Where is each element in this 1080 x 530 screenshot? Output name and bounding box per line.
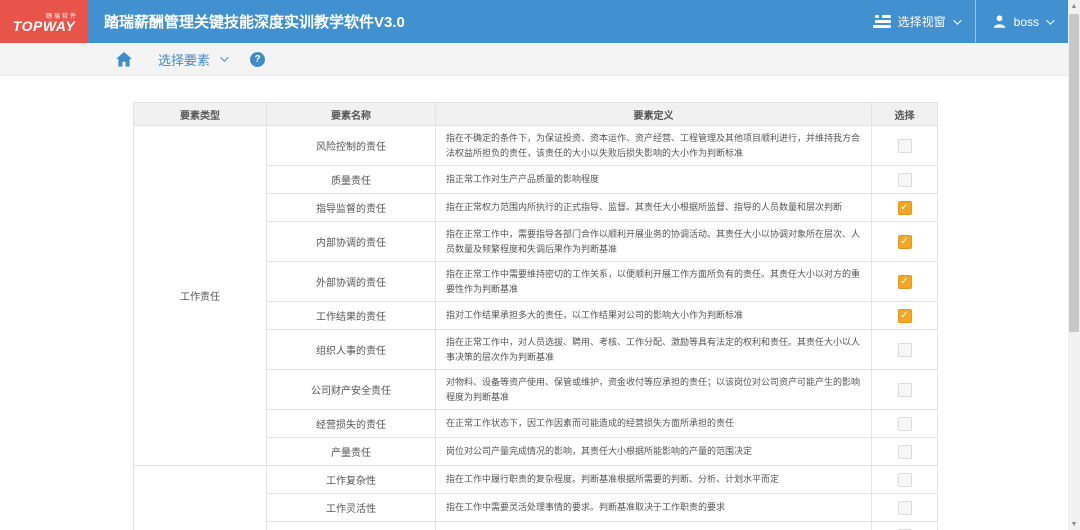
row-checkbox[interactable] — [898, 501, 912, 515]
factor-select-cell — [872, 166, 938, 194]
factor-definition-cell: 指对工作结果承担多大的责任，以工作结果对公司的影响大小作为判断标准 — [436, 302, 872, 330]
window-panels-icon — [873, 15, 891, 28]
factor-name-cell: 公司财产安全责任 — [267, 370, 436, 410]
row-checkbox[interactable] — [898, 383, 912, 397]
table-header-row: 要素类型要素名称要素定义选择 — [134, 103, 938, 126]
row-checkbox[interactable] — [898, 445, 912, 459]
factor-definition-cell: 指正常工作对生产产品质量的影响程度 — [436, 166, 872, 194]
content-area: 要素类型要素名称要素定义选择 工作责任风险控制的责任指在不确定的条件下，为保证投… — [133, 102, 937, 530]
column-header: 要素定义 — [436, 103, 872, 126]
window-select-label: 选择视窗 — [898, 13, 946, 30]
chevron-down-icon — [953, 16, 961, 24]
row-checkbox[interactable] — [898, 275, 912, 289]
factor-name-cell: 工作紧张性 — [267, 522, 436, 530]
factor-name-cell: 组织人事的责任 — [267, 330, 436, 370]
factor-name-cell: 风险控制的责任 — [267, 126, 436, 166]
factor-definition-cell: 指在正常工作中，对人员选拔、聘用、考核、工作分配、激励等具有法定的权利和责任。其… — [436, 330, 872, 370]
factor-definition-cell: 指在工作中需要灵活处理事情的要求。判断基准取决于工作职责的要求 — [436, 494, 872, 522]
factor-definition-cell: 岗位对公司产量完成情况的影响，其责任大小根据所能影响的产量的范围决定 — [436, 438, 872, 466]
logo-brand-text: TOPWAY — [13, 20, 75, 33]
factor-definition-cell: 指在正常工作中，需要指导各部门合作以顺利开展业务的协调活动。其责任大小以协调对象… — [436, 222, 872, 262]
factor-name-cell: 工作灵活性 — [267, 494, 436, 522]
factor-name-cell: 外部协调的责任 — [267, 262, 436, 302]
factor-name-cell: 产量责任 — [267, 438, 436, 466]
user-name: boss — [1014, 15, 1039, 29]
user-dropdown[interactable]: boss — [976, 0, 1068, 43]
factor-name-cell: 工作复杂性 — [267, 466, 436, 494]
header-actions: 选择视窗 boss — [857, 0, 1068, 43]
factor-select-cell — [872, 410, 938, 438]
scrollbar-thumb[interactable] — [1069, 14, 1079, 332]
row-checkbox[interactable] — [898, 343, 912, 357]
help-button[interactable]: ? — [250, 52, 265, 67]
factor-definition-cell: 指在正常工作中需要维持密切的工作关系，以便顺利开展工作方面所负有的责任。其责任大… — [436, 262, 872, 302]
factor-select-cell — [872, 126, 938, 166]
factor-select-cell — [872, 494, 938, 522]
factor-select-cell — [872, 262, 938, 302]
logo-brand-chinese: 踏瑞软件 — [46, 11, 78, 20]
row-checkbox[interactable] — [898, 417, 912, 431]
page-title: 踏瑞薪酬管理关键技能深度实训教学软件V3.0 — [104, 11, 405, 32]
factor-name-cell: 指导监督的责任 — [267, 194, 436, 222]
home-button[interactable] — [116, 52, 132, 67]
chevron-down-icon — [1046, 16, 1054, 24]
scroll-down-arrow[interactable]: ▼ — [1068, 518, 1080, 530]
factor-select-cell — [872, 302, 938, 330]
factor-select-cell — [872, 466, 938, 494]
scroll-up-arrow[interactable]: ▲ — [1068, 0, 1080, 12]
column-header: 要素类型 — [134, 103, 267, 126]
app-header: 踏瑞软件 TOPWAY 踏瑞薪酬管理关键技能深度实训教学软件V3.0 选择视窗 … — [0, 0, 1068, 43]
factor-name-cell: 工作结果的责任 — [267, 302, 436, 330]
column-header: 选择 — [872, 103, 938, 126]
row-checkbox[interactable] — [898, 139, 912, 153]
row-checkbox[interactable] — [898, 201, 912, 215]
factor-definition-cell: 在正常工作状态下，因工作因素而可能造成的经营损失方面所承担的责任 — [436, 410, 872, 438]
column-header: 要素名称 — [267, 103, 436, 126]
factor-name-cell: 内部协调的责任 — [267, 222, 436, 262]
factor-select-cell — [872, 194, 938, 222]
topway-logo[interactable]: 踏瑞软件 TOPWAY — [0, 0, 88, 43]
factor-name-cell: 经营损失的责任 — [267, 410, 436, 438]
app-window: 踏瑞软件 TOPWAY 踏瑞薪酬管理关键技能深度实训教学软件V3.0 选择视窗 … — [0, 0, 1080, 530]
factor-type-cell — [134, 466, 267, 530]
factor-name-cell: 质量责任 — [267, 166, 436, 194]
table-row: 工作责任风险控制的责任指在不确定的条件下，为保证投资、资本运作、资产经营、工程管… — [134, 126, 938, 166]
factor-select-cell — [872, 222, 938, 262]
factor-table: 要素类型要素名称要素定义选择 工作责任风险控制的责任指在不确定的条件下，为保证投… — [133, 102, 938, 530]
factor-type-cell: 工作责任 — [134, 126, 267, 466]
chevron-down-icon — [220, 53, 228, 61]
window-select-dropdown[interactable]: 选择视窗 — [857, 0, 975, 43]
row-checkbox[interactable] — [898, 235, 912, 249]
toolbar: 选择要素 ? — [0, 43, 1068, 76]
factor-definition-cell: 对物料、设备等资产使用、保管或维护，资金收付等应承担的责任；以该岗位对公司资产可… — [436, 370, 872, 410]
menu-dropdown-select-factors[interactable]: 选择要素 — [158, 50, 226, 69]
row-checkbox[interactable] — [898, 473, 912, 487]
row-checkbox[interactable] — [898, 309, 912, 323]
factor-select-cell — [872, 438, 938, 466]
factor-select-cell — [872, 522, 938, 530]
factor-select-cell — [872, 370, 938, 410]
menu-dropdown-label: 选择要素 — [158, 50, 210, 69]
factor-definition-cell: 指在工作中连续紧张工作的程度，判断基准根据工作的连续性和所承受的紧张状态而定 — [436, 522, 872, 530]
factor-definition-cell: 指在正常权力范围内所执行的正式指导、监督。其责任大小根据所监督、指导的人员数量和… — [436, 194, 872, 222]
user-icon — [992, 14, 1007, 29]
vertical-scrollbar[interactable]: ▲ ▼ — [1068, 0, 1080, 530]
factor-definition-cell: 指在工作中履行职责的复杂程度。判断基准根据所需要的判断、分析、计划水平而定 — [436, 466, 872, 494]
factor-select-cell — [872, 330, 938, 370]
row-checkbox[interactable] — [898, 173, 912, 187]
factor-definition-cell: 指在不确定的条件下，为保证投资、资本运作、资产经营、工程管理及其他项目顺利进行，… — [436, 126, 872, 166]
table-row: 工作复杂性指在工作中履行职责的复杂程度。判断基准根据所需要的判断、分析、计划水平… — [134, 466, 938, 494]
home-icon — [116, 52, 132, 67]
